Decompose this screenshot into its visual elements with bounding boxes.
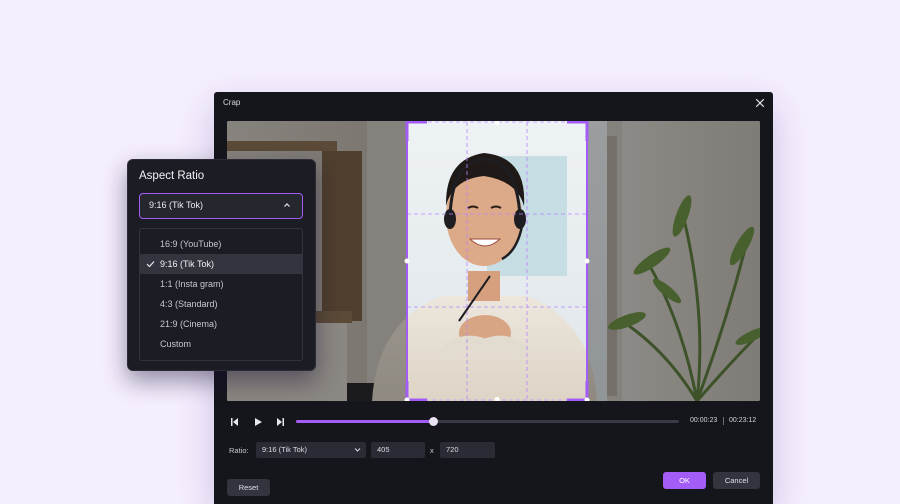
option-1-1[interactable]: 1:1 (Insta gram) [140, 274, 302, 294]
current-time: 00:00:23 [690, 417, 718, 424]
width-input[interactable]: 405 [371, 442, 425, 458]
aspect-ratio-title: Aspect Ratio [139, 170, 205, 182]
option-label: 9:16 (Tik Tok) [160, 259, 215, 269]
option-label: 16:9 (YouTube) [160, 239, 222, 249]
ratio-select-value: 9:16 (Tik Tok) [262, 445, 308, 454]
aspect-ratio-panel: Aspect Ratio 9:16 (Tik Tok) 16:9 (YouTub… [127, 159, 316, 371]
step-forward-icon[interactable] [274, 416, 286, 428]
option-16-9[interactable]: 16:9 (YouTube) [140, 234, 302, 254]
option-label: Custom [160, 339, 192, 349]
aspect-ratio-options: 16:9 (YouTube) 9:16 (Tik Tok) 1:1 (Insta… [139, 228, 303, 361]
option-21-9[interactable]: 21:9 (Cinema) [140, 314, 302, 334]
dialog-title: Crap [223, 98, 241, 107]
ratio-label: Ratio: [229, 446, 249, 455]
cancel-button[interactable]: Cancel [713, 472, 760, 489]
timeline-thumb[interactable] [429, 417, 439, 426]
chevron-down-icon [354, 448, 361, 452]
aspect-ratio-select-value: 9:16 (Tik Tok) [149, 200, 204, 210]
reset-button[interactable]: Reset [227, 479, 270, 496]
aspect-ratio-select[interactable]: 9:16 (Tik Tok) [139, 193, 303, 219]
chevron-up-icon [284, 203, 290, 207]
close-icon[interactable] [754, 97, 766, 109]
option-label: 1:1 (Insta gram) [160, 279, 224, 289]
option-9-16[interactable]: 9:16 (Tik Tok) [140, 254, 302, 274]
total-time: 00:23:12 [729, 417, 757, 424]
height-input[interactable]: 720 [440, 442, 495, 458]
ratio-select[interactable]: 9:16 (Tik Tok) [256, 442, 366, 458]
timeline-scrubber[interactable] [296, 417, 679, 426]
dimension-separator: x [430, 446, 434, 455]
option-label: 4:3 (Standard) [160, 299, 218, 309]
timeline-progress [296, 420, 434, 423]
ok-button[interactable]: OK [663, 472, 706, 489]
option-custom[interactable]: Custom [140, 334, 302, 354]
option-4-3[interactable]: 4:3 (Standard) [140, 294, 302, 314]
step-back-icon[interactable] [229, 416, 241, 428]
time-separator [723, 417, 724, 425]
option-label: 21:9 (Cinema) [160, 319, 218, 329]
play-icon[interactable] [252, 416, 264, 428]
check-icon [146, 261, 155, 268]
